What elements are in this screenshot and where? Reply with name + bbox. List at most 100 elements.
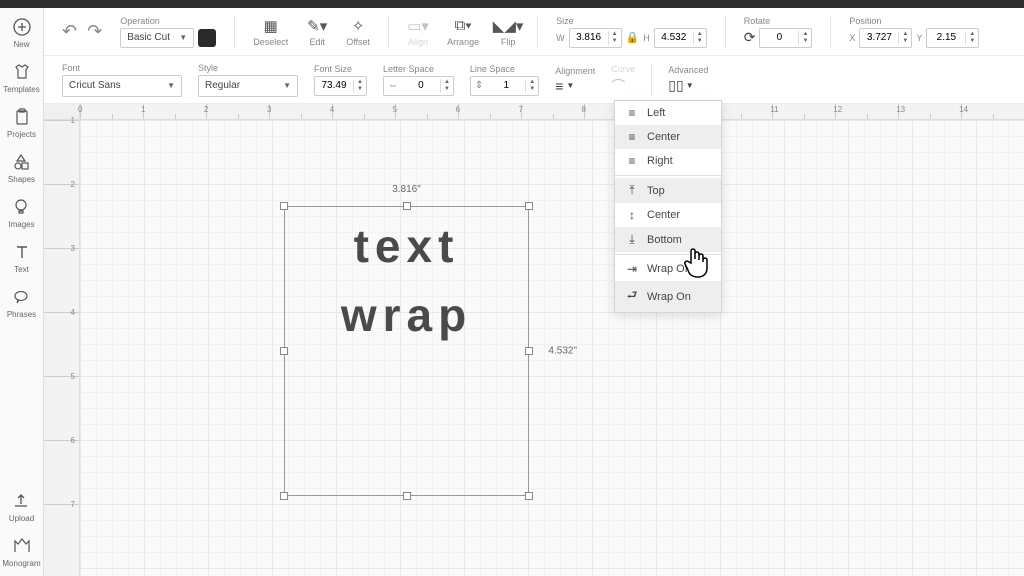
size-label: Size <box>556 16 707 26</box>
bulb-icon <box>10 196 32 218</box>
redo-button[interactable]: ↷ <box>87 21 102 42</box>
sidebar-item-new[interactable]: New <box>11 16 33 49</box>
x-input[interactable]: ▲▼ <box>859 28 912 48</box>
left-sidebar: New Templates Projects Shapes Images Tex… <box>0 8 44 576</box>
wrap-on-icon: ⮐ <box>625 286 639 307</box>
align-vcenter-item[interactable]: ↕Center <box>615 203 721 227</box>
y-input[interactable]: ▲▼ <box>926 28 979 48</box>
columns-icon: ▯▯ <box>668 77 683 94</box>
cursor-pointer-icon <box>682 245 712 286</box>
sidebar-item-label: Shapes <box>8 175 35 184</box>
width-input[interactable]: ▲▼ <box>569 28 622 48</box>
align-vcenter-icon: ↕ <box>625 208 639 222</box>
font-label: Font <box>62 63 182 73</box>
align-center-icon: ≡ <box>625 130 639 144</box>
sidebar-item-label: Upload <box>9 514 34 523</box>
text-object[interactable]: 3.816" 4.532" text wrap <box>284 206 529 496</box>
rotate-icon: ⟳ <box>744 29 756 46</box>
advanced-button[interactable]: ▯▯▼ <box>668 77 708 94</box>
toolbar-main: ↶ ↷ Operation Basic Cut▼ ▦Deselect ✎▾Edi… <box>44 8 1024 56</box>
offset-button[interactable]: ✧Offset <box>346 17 370 47</box>
operation-label: Operation <box>120 16 216 26</box>
sidebar-item-upload[interactable]: Upload <box>9 490 34 523</box>
alignment-button[interactable]: ≡▼ <box>555 78 595 94</box>
fontsize-input[interactable]: ▲▼ <box>314 76 367 96</box>
alignment-label: Alignment <box>555 66 595 76</box>
canvas-grid[interactable]: 3.816" 4.532" text wrap <box>80 120 1024 576</box>
sidebar-item-label: Monogram <box>2 559 40 568</box>
curve-icon: ⌒ <box>611 76 625 96</box>
sidebar-item-templates[interactable]: Templates <box>3 61 39 94</box>
linespace-label: Line Space <box>470 64 539 74</box>
ruler-horizontal: 01234567891011121314 <box>80 104 1024 120</box>
sidebar-item-shapes[interactable]: Shapes <box>8 151 35 184</box>
arrange-icon: ⧉▾ <box>452 17 474 35</box>
wrap-off-icon: ⇥ <box>625 262 639 276</box>
sidebar-item-monogram[interactable]: Monogram <box>2 535 40 568</box>
shirt-icon <box>11 61 33 83</box>
dimension-width: 3.816" <box>392 184 421 195</box>
window-titlebar <box>0 0 1024 8</box>
sidebar-item-label: Phrases <box>7 310 36 319</box>
shapes-icon <box>10 151 32 173</box>
sidebar-item-label: Images <box>8 220 34 229</box>
operation-value: Basic Cut <box>127 32 170 43</box>
clipboard-icon <box>11 106 33 128</box>
fontsize-label: Font Size <box>314 64 367 74</box>
text-icon <box>11 241 33 263</box>
advanced-label: Advanced <box>668 65 708 75</box>
linespace-input[interactable]: ⇕▲▼ <box>470 76 539 96</box>
style-label: Style <box>198 63 298 73</box>
align-top-icon: ⤒ <box>625 183 639 198</box>
text-content: text wrap <box>284 206 529 496</box>
sidebar-item-label: New <box>13 40 29 49</box>
align-bottom-icon: ⤓ <box>625 232 639 247</box>
edit-button[interactable]: ✎▾Edit <box>306 17 328 47</box>
height-input[interactable]: ▲▼ <box>654 28 707 48</box>
curve-label: Curve <box>611 64 635 74</box>
rotate-input[interactable]: ▲▼ <box>759 28 812 48</box>
offset-icon: ✧ <box>347 17 369 35</box>
align-right-item[interactable]: ≡Right <box>615 149 721 173</box>
align-center-icon: ≡ <box>555 78 563 94</box>
style-select[interactable]: Regular▼ <box>198 75 298 97</box>
align-top-item[interactable]: ⤒Top <box>615 178 721 203</box>
h-prefix: H <box>643 33 650 43</box>
operation-select[interactable]: Basic Cut▼ <box>120 28 194 48</box>
align-center-item[interactable]: ≡Center <box>615 125 721 149</box>
sidebar-item-label: Text <box>14 265 29 274</box>
linespace-icon: ⇕ <box>471 80 487 91</box>
sidebar-item-text[interactable]: Text <box>11 241 33 274</box>
align-icon: ▭▾ <box>407 17 429 35</box>
letterspace-icon: ⇔ <box>384 80 402 91</box>
deselect-button[interactable]: ▦Deselect <box>253 17 288 47</box>
align-left-icon: ≡ <box>625 106 639 120</box>
align-left-item[interactable]: ≡Left <box>615 101 721 125</box>
sidebar-item-phrases[interactable]: Phrases <box>7 286 36 319</box>
align-right-icon: ≡ <box>625 154 639 168</box>
arrange-button[interactable]: ⧉▾Arrange <box>447 17 479 47</box>
sidebar-item-label: Projects <box>7 130 36 139</box>
flip-button[interactable]: ◣◢▾Flip <box>497 17 519 47</box>
color-swatch[interactable] <box>198 29 216 47</box>
toolbar-text: Font Cricut Sans▼ Style Regular▼ Font Si… <box>44 56 1024 104</box>
dimension-height: 4.532" <box>548 346 577 357</box>
canvas-area[interactable]: 01234567891011121314 1234567 3.816" 4.53… <box>44 104 1024 576</box>
lock-icon[interactable]: 🔒 <box>626 31 640 44</box>
ruler-vertical: 1234567 <box>44 120 80 576</box>
undo-button[interactable]: ↶ <box>62 21 77 42</box>
w-prefix: W <box>556 33 565 43</box>
y-prefix: Y <box>916 33 922 43</box>
flip-icon: ◣◢▾ <box>497 17 519 35</box>
upload-icon <box>10 490 32 512</box>
x-prefix: X <box>849 33 855 43</box>
sidebar-item-images[interactable]: Images <box>8 196 34 229</box>
plus-circle-icon <box>11 16 33 38</box>
letterspace-input[interactable]: ⇔▲▼ <box>383 76 454 96</box>
main-area: ↶ ↷ Operation Basic Cut▼ ▦Deselect ✎▾Edi… <box>44 8 1024 104</box>
sidebar-item-projects[interactable]: Projects <box>7 106 36 139</box>
speech-icon <box>10 286 32 308</box>
position-label: Position <box>849 16 979 26</box>
font-select[interactable]: Cricut Sans▼ <box>62 75 182 97</box>
pencil-icon: ✎▾ <box>306 17 328 35</box>
